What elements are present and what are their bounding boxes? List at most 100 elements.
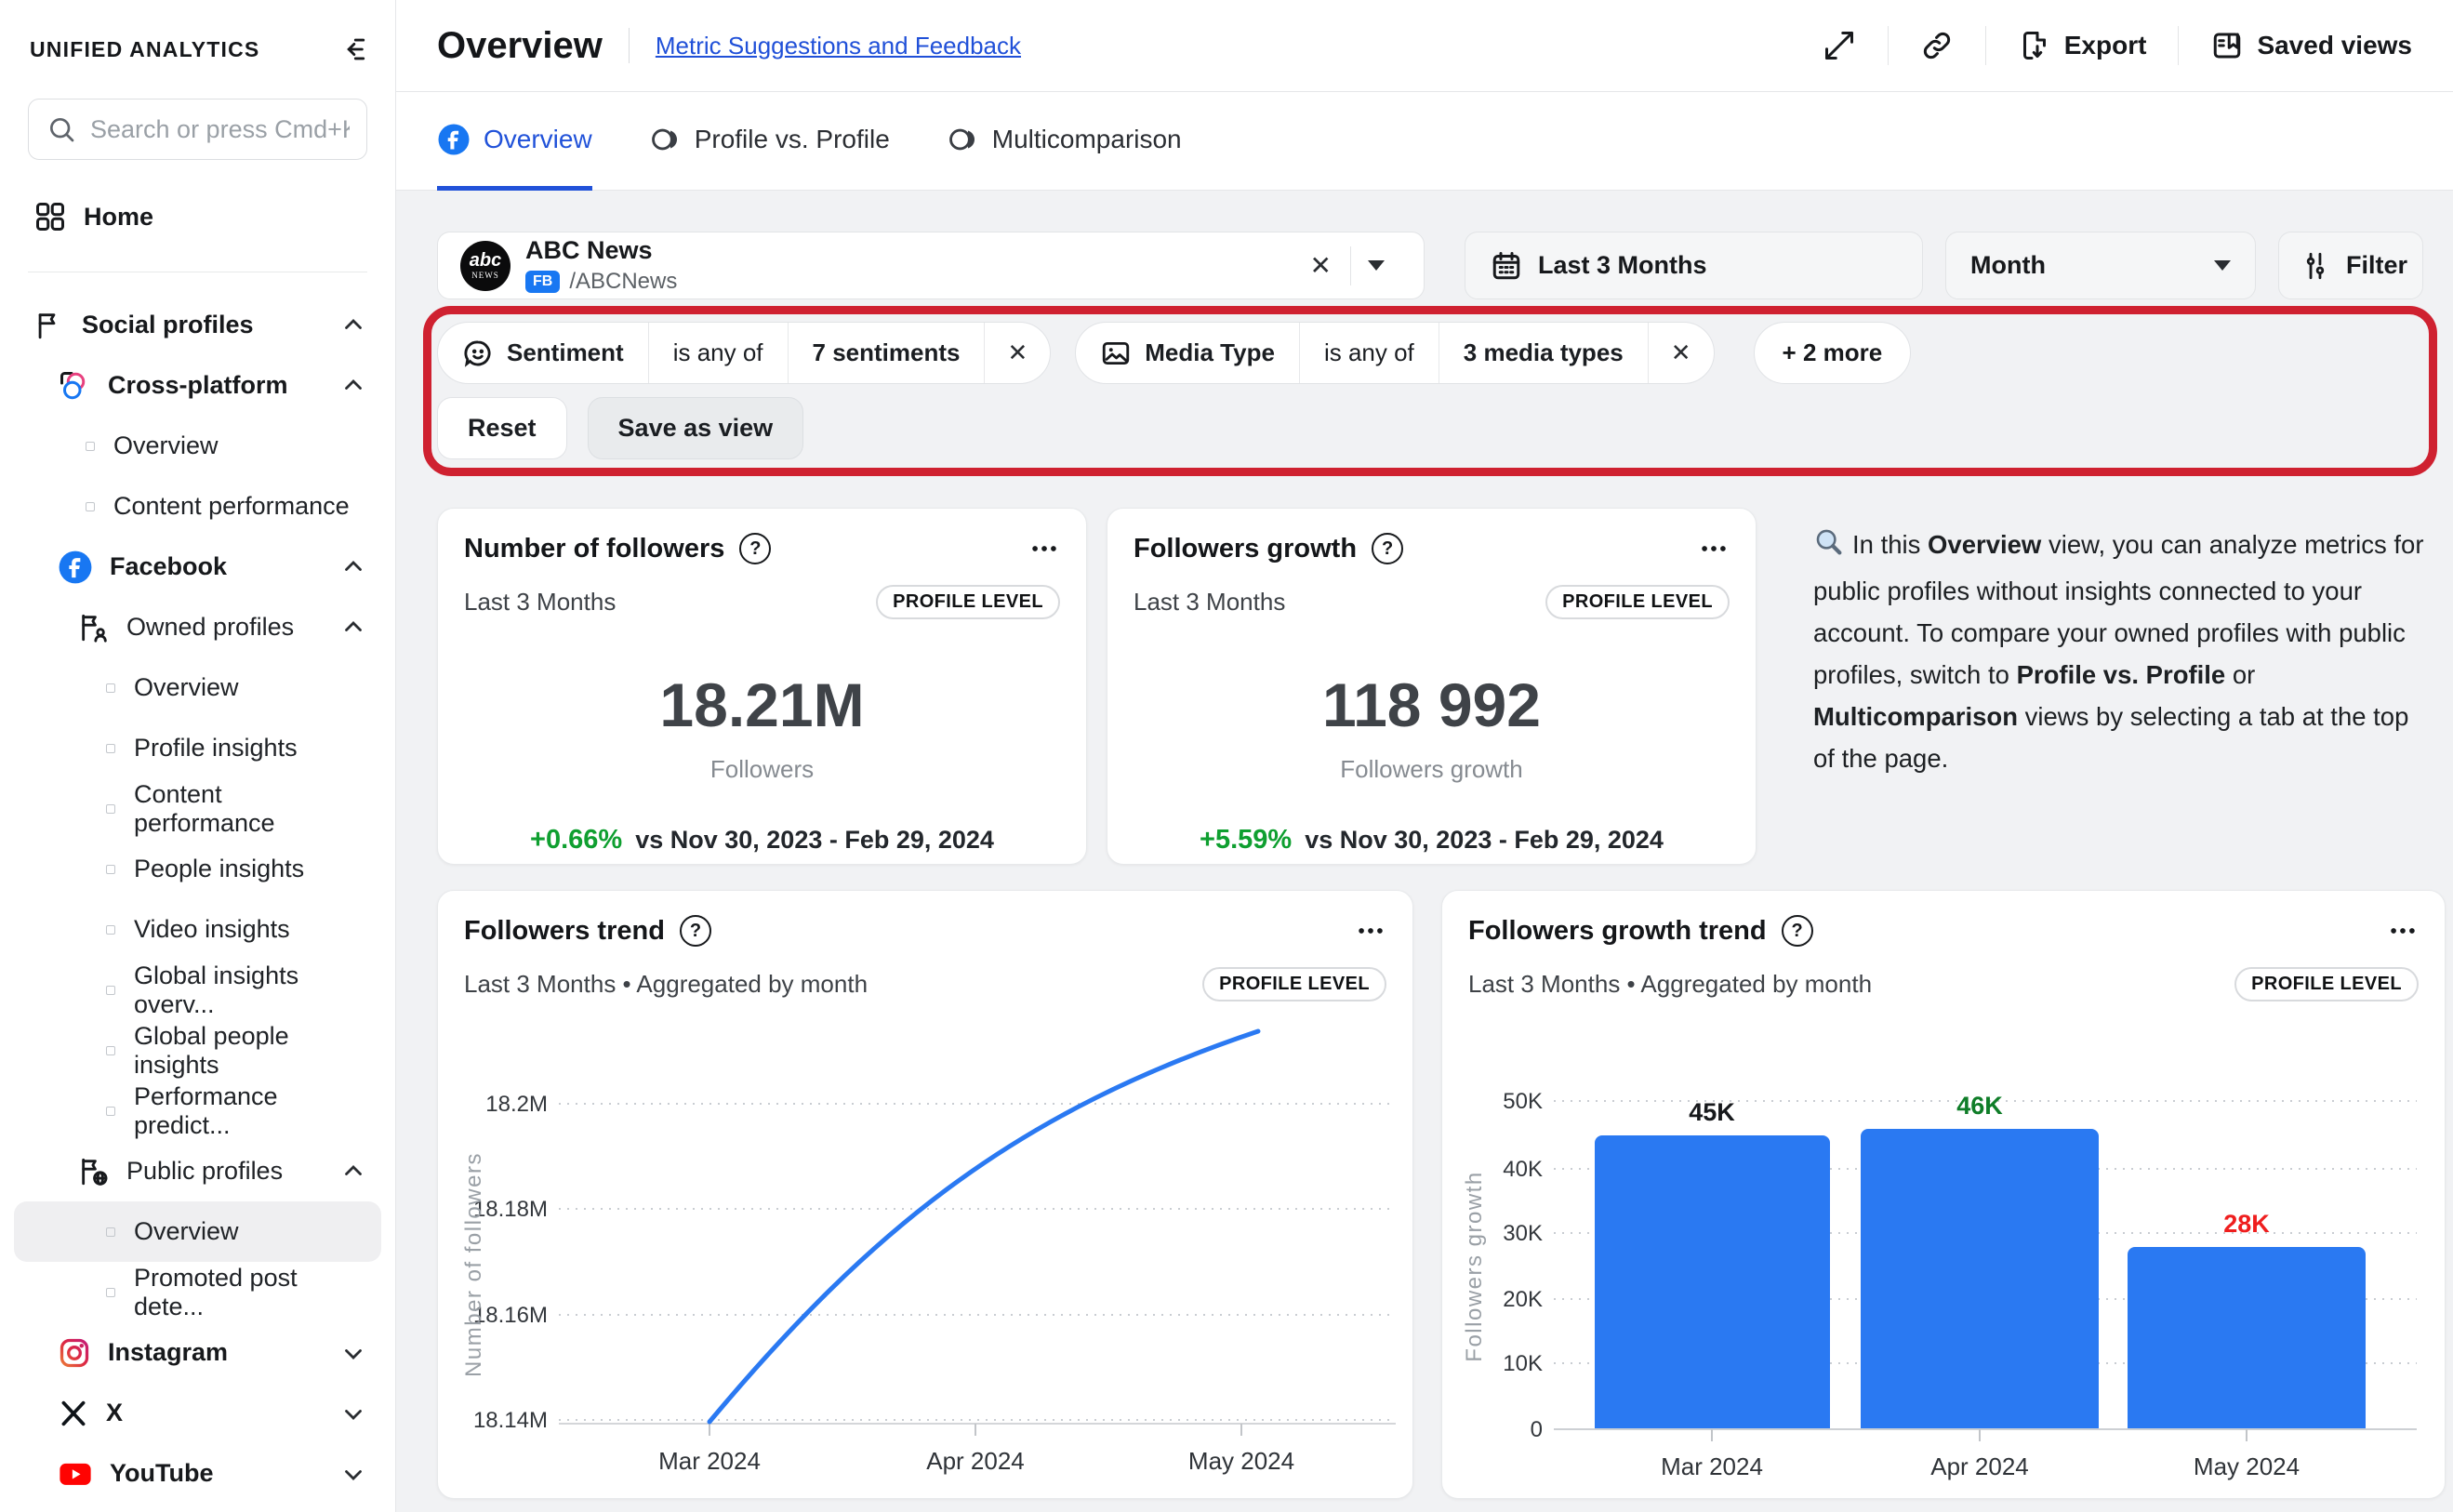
- followers-trend-line-chart: 18.2M 18.18M 18.16M 18.14M Number of fol…: [453, 995, 1399, 1492]
- filter-button[interactable]: Filter: [2278, 232, 2423, 299]
- y-tick: 10K: [1503, 1351, 1543, 1376]
- filter-field-label: Sentiment: [507, 338, 624, 367]
- profile-selector[interactable]: abc NEWS ABC News FB /ABCNews ✕: [437, 232, 1425, 299]
- help-icon[interactable]: ?: [1372, 533, 1403, 564]
- reset-button[interactable]: Reset: [437, 397, 567, 459]
- sidebar-item-cross-platform-content-performance[interactable]: Content performance: [0, 476, 395, 537]
- separator: [1350, 246, 1351, 285]
- profile-level-badge: PROFILE LEVEL: [876, 585, 1060, 619]
- main-area: Overview Metric Suggestions and Feedback…: [396, 0, 2453, 1512]
- saved-views-button[interactable]: Saved views: [2210, 29, 2412, 62]
- metric-suggestions-link[interactable]: Metric Suggestions and Feedback: [656, 32, 1021, 60]
- y-tick: 50K: [1503, 1089, 1543, 1114]
- remove-profile-icon[interactable]: ✕: [1292, 250, 1350, 281]
- info-text-bold: Profile vs. Profile: [2017, 660, 2226, 689]
- export-button[interactable]: Export: [2018, 29, 2147, 62]
- header-divider: [629, 28, 630, 63]
- more-filters-button[interactable]: + 2 more: [1754, 322, 1912, 384]
- header-separator: [1985, 26, 1986, 65]
- collapse-sidebar-icon: [336, 33, 367, 65]
- metric-label: Followers growth: [1340, 755, 1523, 784]
- media-type-icon: [1100, 338, 1132, 369]
- info-text: In this: [1852, 530, 1928, 559]
- save-as-view-button[interactable]: Save as view: [588, 397, 804, 459]
- magnifier-icon: [1813, 526, 1845, 570]
- tab-label: Multicomparison: [992, 125, 1182, 154]
- filter-operator[interactable]: is any of: [1299, 323, 1439, 383]
- card-period: Last 3 Months: [464, 588, 616, 617]
- card-menu-icon[interactable]: [1355, 915, 1386, 947]
- calendar-icon: [1490, 249, 1523, 283]
- aggregation-dropdown[interactable]: Month: [1945, 232, 2256, 299]
- sidebar-section-facebook[interactable]: Facebook: [0, 537, 395, 597]
- sidebar-item-video-insights[interactable]: Video insights: [0, 899, 395, 960]
- profile-level-badge: PROFILE LEVEL: [1545, 585, 1730, 619]
- sidebar-section-social-profiles[interactable]: Social profiles: [0, 295, 395, 355]
- share-link-icon[interactable]: [1920, 29, 1954, 62]
- sidebar: UNIFIED ANALYTICS Home: [0, 0, 396, 1512]
- sidebar-item-global-people-insights[interactable]: Global people insights: [0, 1020, 395, 1081]
- card-number-of-followers: Number of followers ? Last 3 Months PROF…: [437, 508, 1087, 865]
- chevron-down-icon[interactable]: [1368, 260, 1385, 271]
- filter-value[interactable]: 3 media types: [1439, 323, 1648, 383]
- sidebar-item-home[interactable]: Home: [0, 184, 395, 249]
- sidebar-group-public-profiles[interactable]: Public profiles: [0, 1141, 395, 1201]
- x-tick: Apr 2024: [1930, 1452, 2029, 1480]
- sidebar-item-cross-platform[interactable]: Cross-platform: [0, 355, 395, 416]
- bullet-icon: [106, 1288, 115, 1297]
- sidebar-section-x[interactable]: X: [0, 1383, 395, 1443]
- sidebar-item-public-overview[interactable]: Overview: [14, 1201, 381, 1262]
- sidebar-item-label: People insights: [134, 855, 304, 883]
- filter-field[interactable]: Sentiment: [438, 323, 648, 383]
- help-icon[interactable]: ?: [739, 533, 771, 564]
- sidebar-item-label: Home: [84, 203, 153, 232]
- bullet-icon: [106, 804, 115, 814]
- card-menu-icon[interactable]: [1698, 533, 1730, 564]
- bullet-icon: [106, 865, 115, 874]
- filter-field[interactable]: Media Type: [1076, 323, 1299, 383]
- card-menu-icon[interactable]: [1028, 533, 1060, 564]
- filter-value[interactable]: 7 sentiments: [788, 323, 985, 383]
- fullscreen-icon[interactable]: [1823, 29, 1856, 62]
- sidebar-collapse-button[interactable]: [336, 33, 367, 65]
- sidebar-item-cross-platform-overview[interactable]: Overview: [0, 416, 395, 476]
- sidebar-item-label: Public profiles: [126, 1157, 283, 1186]
- filter-chip-sentiment[interactable]: Sentiment is any of 7 sentiments ✕: [437, 322, 1051, 384]
- remove-filter-icon[interactable]: ✕: [984, 323, 1050, 383]
- sidebar-item-profile-insights[interactable]: Profile insights: [0, 718, 395, 778]
- chevron-up-icon: [339, 614, 367, 642]
- bar-may-2024: [2128, 1247, 2366, 1439]
- date-range-selector[interactable]: Last 3 Months: [1465, 232, 1923, 299]
- sidebar-group-owned-profiles[interactable]: Owned profiles: [0, 597, 395, 657]
- bullet-icon: [106, 986, 115, 995]
- info-text: or: [2225, 660, 2255, 689]
- tab-profile-vs-profile[interactable]: Profile vs. Profile: [650, 92, 890, 191]
- sidebar-item-owned-overview[interactable]: Overview: [0, 657, 395, 718]
- sidebar-item-global-insights-overview[interactable]: Global insights overv...: [0, 960, 395, 1020]
- date-range-value: Last 3 Months: [1538, 251, 1707, 280]
- sidebar-item-content-performance[interactable]: Content performance: [0, 778, 395, 839]
- sentiment-icon: [462, 338, 494, 369]
- remove-filter-icon[interactable]: ✕: [1648, 323, 1714, 383]
- bar-value-label: 46K: [1956, 1092, 2003, 1120]
- sidebar-item-people-insights[interactable]: People insights: [0, 839, 395, 899]
- sidebar-item-label: Overview: [134, 1217, 239, 1246]
- help-icon[interactable]: ?: [1782, 915, 1813, 947]
- app-window: UNIFIED ANALYTICS Home: [0, 0, 2453, 1512]
- sidebar-item-label: Overview: [134, 673, 239, 702]
- tab-overview[interactable]: Overview: [437, 92, 592, 191]
- sidebar-item-promoted-post-detection[interactable]: Promoted post dete...: [0, 1262, 395, 1322]
- home-grid-icon: [33, 200, 67, 233]
- filter-operator[interactable]: is any of: [648, 323, 788, 383]
- sidebar-section-instagram[interactable]: Instagram: [0, 1322, 395, 1383]
- brand-title: UNIFIED ANALYTICS: [30, 37, 259, 62]
- sidebar-section-youtube[interactable]: YouTube: [0, 1443, 395, 1504]
- card-menu-icon[interactable]: [2387, 915, 2419, 947]
- x-tick: May 2024: [1188, 1447, 1294, 1475]
- tab-multicomparison[interactable]: Multicomparison: [948, 92, 1182, 191]
- help-icon[interactable]: ?: [680, 915, 711, 947]
- sidebar-item-performance-prediction[interactable]: Performance predict...: [0, 1081, 395, 1141]
- filter-chip-media-type[interactable]: Media Type is any of 3 media types ✕: [1075, 322, 1714, 384]
- search-input[interactable]: [28, 99, 367, 160]
- bullet-icon: [106, 683, 115, 693]
